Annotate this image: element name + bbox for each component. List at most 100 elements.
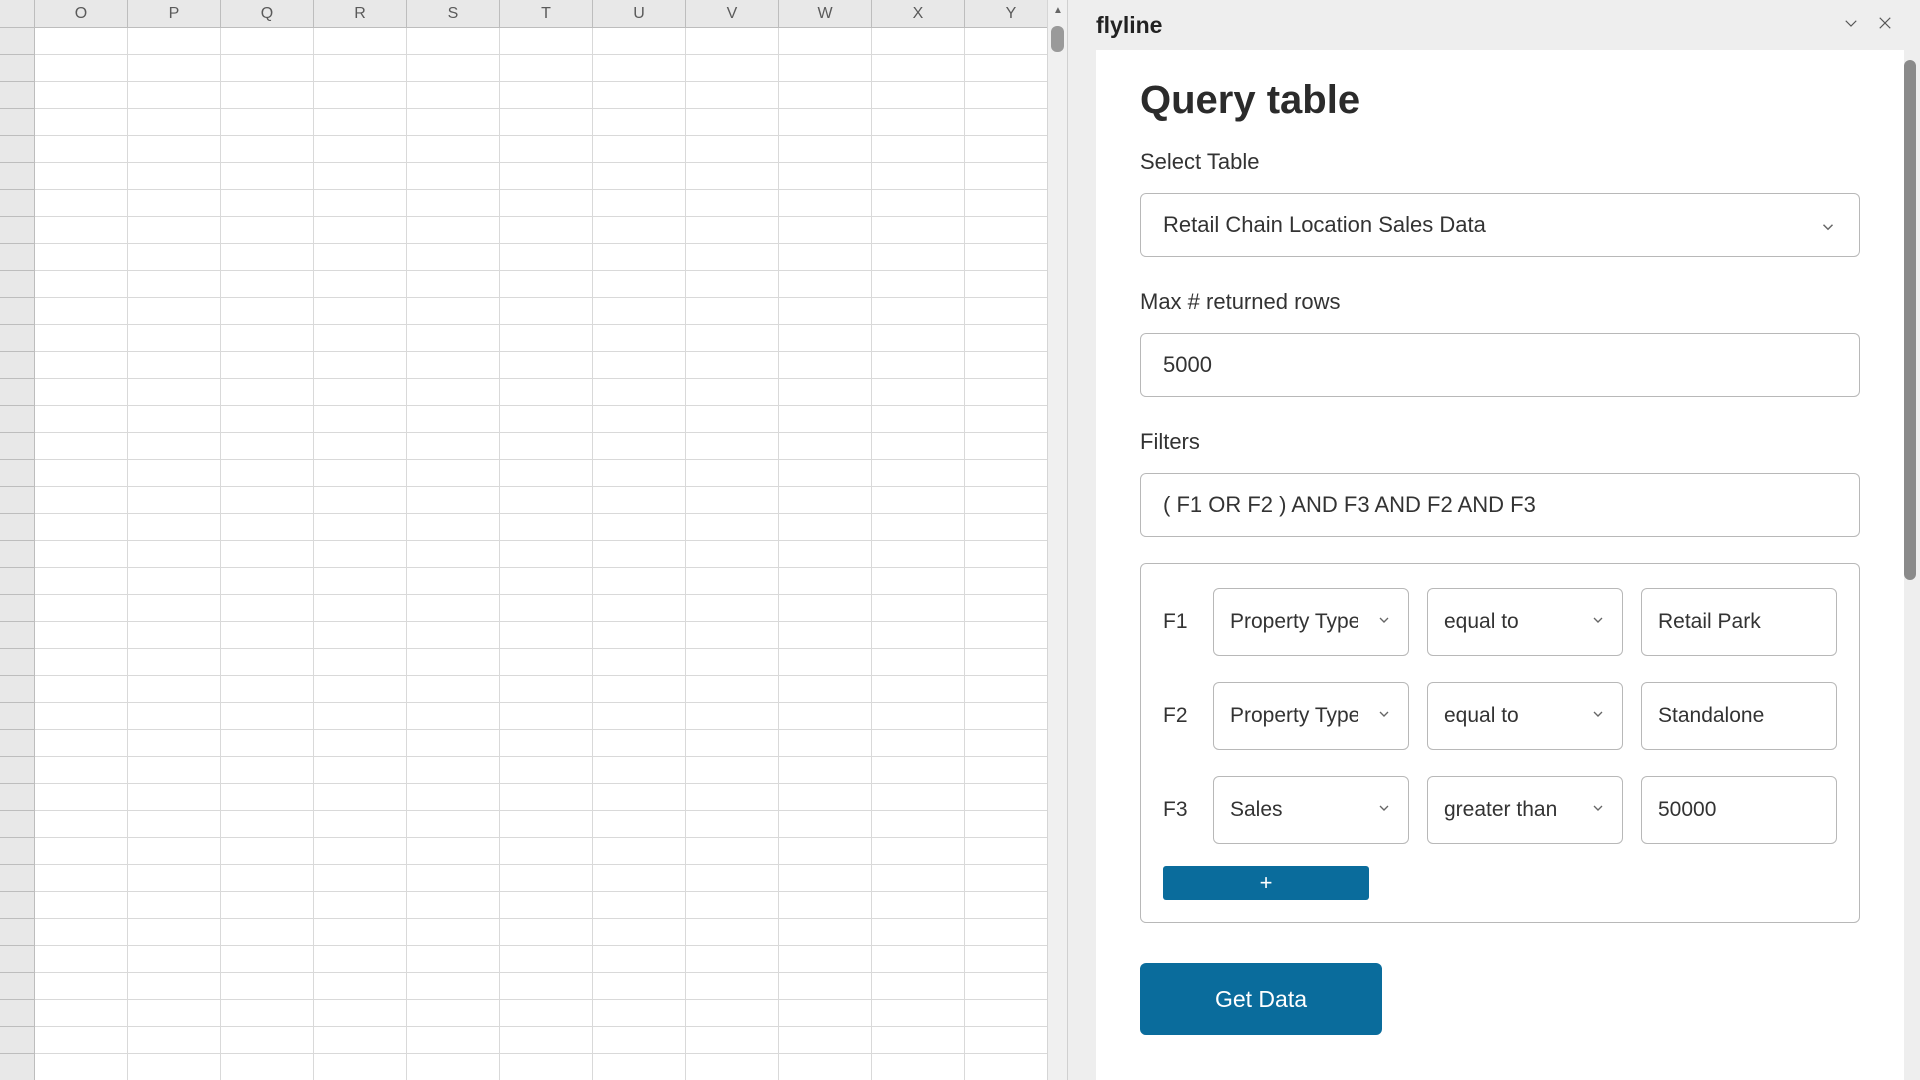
cell[interactable] [965,163,1058,190]
cell[interactable] [35,514,128,541]
cell[interactable] [686,379,779,406]
cell[interactable] [35,190,128,217]
cell[interactable] [128,325,221,352]
cell[interactable] [779,487,872,514]
cell[interactable] [35,919,128,946]
cell[interactable] [872,460,965,487]
cell[interactable] [779,730,872,757]
cell[interactable] [128,487,221,514]
cell[interactable] [872,595,965,622]
cell[interactable] [407,649,500,676]
row-number[interactable] [0,28,35,55]
cell[interactable] [872,649,965,676]
cell[interactable] [128,163,221,190]
cell[interactable] [314,190,407,217]
row-number[interactable] [0,433,35,460]
cell[interactable] [128,271,221,298]
cell[interactable] [407,568,500,595]
cell[interactable] [872,28,965,55]
cell[interactable] [314,298,407,325]
cell[interactable] [779,55,872,82]
cell[interactable] [593,217,686,244]
filter-value-input[interactable] [1641,682,1837,750]
cell[interactable] [221,730,314,757]
cell[interactable] [686,514,779,541]
cell[interactable] [221,676,314,703]
cell[interactable] [35,865,128,892]
cell[interactable] [593,676,686,703]
cell[interactable] [686,649,779,676]
cell[interactable] [221,1027,314,1054]
row-number[interactable] [0,865,35,892]
cell[interactable] [965,676,1058,703]
cell[interactable] [500,244,593,271]
cell[interactable] [779,1027,872,1054]
cell[interactable] [314,352,407,379]
cell[interactable] [686,595,779,622]
filter-op-dropdown[interactable]: greater than [1427,776,1623,844]
cell[interactable] [35,433,128,460]
row-number[interactable] [0,379,35,406]
cell[interactable] [314,622,407,649]
cell[interactable] [221,595,314,622]
cell[interactable] [128,136,221,163]
cell[interactable] [686,136,779,163]
cell[interactable] [872,55,965,82]
cell[interactable] [128,892,221,919]
cell[interactable] [965,595,1058,622]
cell[interactable] [314,514,407,541]
cell[interactable] [779,865,872,892]
cell[interactable] [965,568,1058,595]
cell[interactable] [407,541,500,568]
cell[interactable] [779,676,872,703]
close-button[interactable] [1868,8,1902,42]
cell[interactable] [593,352,686,379]
row-number[interactable] [0,352,35,379]
cell[interactable] [35,1000,128,1027]
cell[interactable] [872,298,965,325]
cell[interactable] [686,460,779,487]
cell[interactable] [500,55,593,82]
cell[interactable] [35,28,128,55]
cell[interactable] [872,433,965,460]
cell[interactable] [779,190,872,217]
row-number[interactable] [0,298,35,325]
cell[interactable] [314,1027,407,1054]
cell[interactable] [593,379,686,406]
cell[interactable] [686,244,779,271]
cell[interactable] [500,757,593,784]
cell[interactable] [965,784,1058,811]
column-header[interactable]: Y [965,0,1058,27]
collapse-button[interactable] [1834,8,1868,42]
cell[interactable] [128,649,221,676]
cell[interactable] [407,82,500,109]
cell[interactable] [593,271,686,298]
cell[interactable] [686,271,779,298]
cell[interactable] [35,703,128,730]
cell[interactable] [965,838,1058,865]
cell[interactable] [779,541,872,568]
cell[interactable] [779,514,872,541]
cell[interactable] [965,352,1058,379]
cell[interactable] [221,244,314,271]
row-number[interactable] [0,55,35,82]
cell[interactable] [965,757,1058,784]
row-number[interactable] [0,568,35,595]
cell[interactable] [407,892,500,919]
cell[interactable] [314,271,407,298]
cell[interactable] [221,811,314,838]
cell[interactable] [35,622,128,649]
cell[interactable] [221,892,314,919]
cell[interactable] [221,487,314,514]
cell[interactable] [407,271,500,298]
row-number[interactable] [0,325,35,352]
cell[interactable] [779,784,872,811]
cell[interactable] [407,703,500,730]
cell[interactable] [221,757,314,784]
cell[interactable] [779,298,872,325]
cell[interactable] [593,757,686,784]
cell[interactable] [35,487,128,514]
cell[interactable] [35,109,128,136]
cell[interactable] [314,568,407,595]
cell[interactable] [965,271,1058,298]
